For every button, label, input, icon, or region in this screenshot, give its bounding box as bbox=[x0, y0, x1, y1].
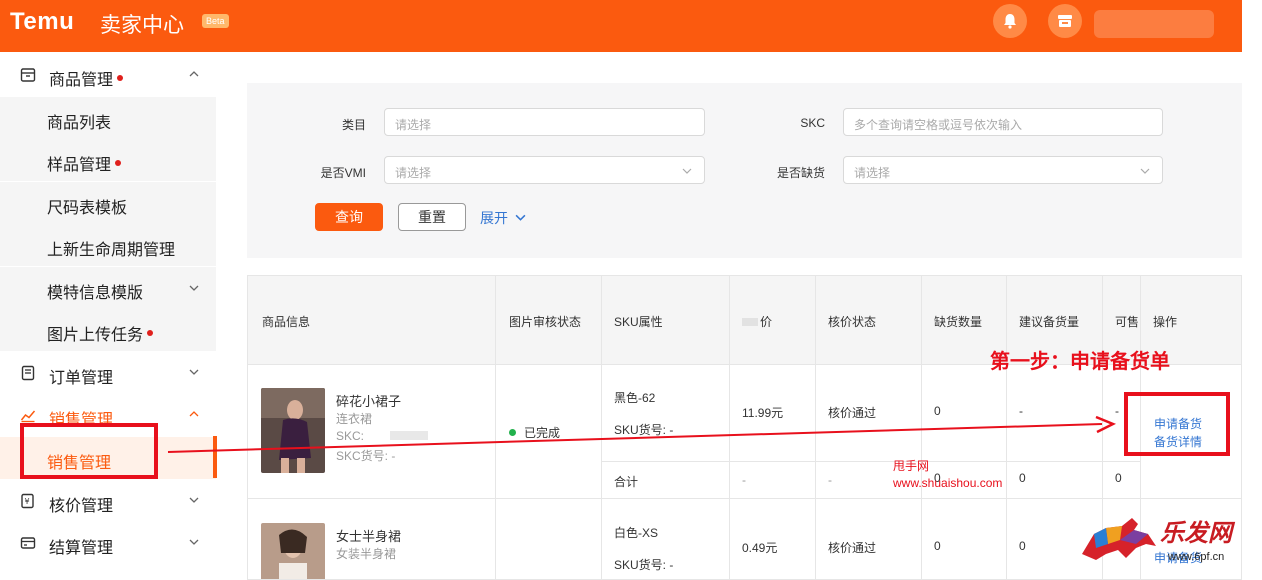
watermark-url: www.shuaishou.com bbox=[893, 476, 1003, 490]
step-annotation: 第一步：申请备货单 bbox=[990, 351, 1170, 373]
logo-url: www.6pf.cn bbox=[1168, 551, 1225, 563]
watermark-name: 甩手网 bbox=[893, 459, 930, 473]
annotation-arrow bbox=[167, 415, 1117, 453]
horse-logo-icon bbox=[1082, 518, 1156, 560]
logo-text: 乐发网 bbox=[1160, 520, 1232, 547]
